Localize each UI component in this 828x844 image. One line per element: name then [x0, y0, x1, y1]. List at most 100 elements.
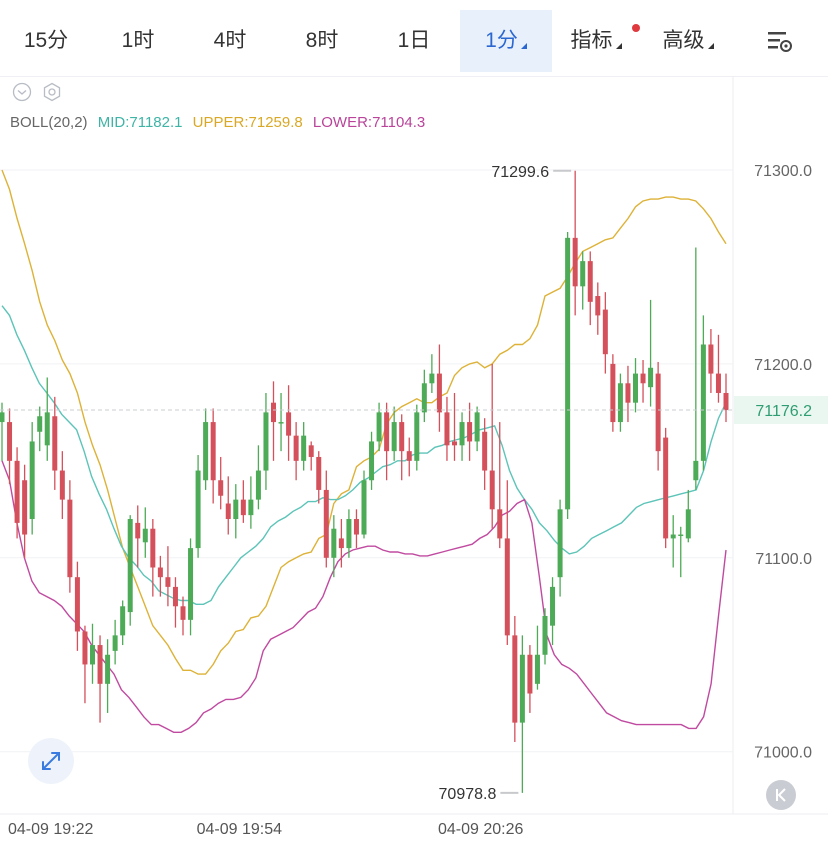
candlestick-chart[interactable]: 71300.0 71200.0 71100.0 71000.0 04-09 19:22 0… [0, 76, 828, 844]
candle-body [263, 412, 269, 471]
candle-body [527, 654, 533, 694]
candle-body [188, 548, 194, 620]
tab-label: 15分 [23, 29, 69, 52]
candle-body [512, 635, 518, 723]
candle-body [452, 441, 457, 446]
chart-settings-icon[interactable] [760, 26, 796, 56]
candle-body [565, 237, 571, 510]
candle-body [406, 451, 412, 461]
candle-body [338, 538, 344, 549]
chart-overlay: 71176.2 71299.6 70978.8 [0, 164, 828, 803]
expand-arrows-icon [42, 752, 60, 770]
candle-body [557, 509, 563, 578]
candle-body [595, 296, 601, 316]
candle-body [157, 567, 163, 578]
candle-body [602, 309, 608, 355]
candle-body [112, 635, 118, 651]
candle-body [172, 586, 178, 607]
candle-body [233, 499, 239, 520]
candle-body [203, 422, 209, 481]
high-marker-label: 71299.6 [491, 164, 549, 181]
candle-body [700, 344, 706, 461]
y-tick-label: 71000.0 [754, 745, 812, 762]
x-tick-label: 04-09 20:26 [438, 821, 524, 838]
candle-body [105, 654, 111, 684]
candle-body [610, 363, 616, 423]
candle-body [414, 412, 420, 461]
candle-body [655, 373, 661, 452]
tab-label: 高级 [662, 29, 705, 52]
candle-body [0, 412, 5, 423]
candle-body [255, 470, 261, 500]
candle-body [534, 654, 540, 684]
candle-body [391, 422, 397, 452]
candle-body [353, 519, 359, 535]
scroll-to-latest-button[interactable] [766, 780, 796, 810]
candle-body [542, 615, 548, 655]
candle-body [225, 503, 231, 520]
tab-4hour[interactable]: 4时 [184, 10, 276, 72]
candle-body [29, 441, 35, 520]
candle-body [44, 412, 50, 446]
candle-body [685, 509, 691, 539]
candle-body [142, 528, 148, 543]
x-tick-label: 04-09 19:54 [197, 821, 283, 838]
candle-body [648, 367, 654, 388]
candle-body [580, 261, 586, 287]
candle-body [210, 422, 216, 481]
candle-body [286, 412, 292, 436]
candle-body [293, 435, 299, 461]
candle-body [715, 373, 721, 393]
boll-mid-line [1, 305, 727, 605]
candle-body [497, 509, 503, 539]
tab-1hour[interactable]: 1时 [92, 10, 184, 72]
x-tick-label: 04-09 19:22 [8, 821, 94, 838]
fullscreen-expand-button[interactable] [28, 738, 74, 784]
candle-body [90, 645, 95, 665]
candle-body [640, 373, 646, 384]
candle-body [467, 422, 473, 442]
candle-body [723, 392, 729, 411]
tab-1day[interactable]: 1日 [368, 10, 460, 72]
candle-body [331, 528, 337, 558]
tab-advanced[interactable]: 高级 [648, 10, 728, 72]
candle-body [218, 480, 224, 496]
boll-upper-line [1, 169, 727, 675]
tab-15min[interactable]: 15分 [0, 10, 92, 72]
tab-label: 4时 [213, 29, 247, 52]
candle-body [421, 383, 427, 413]
tab-8hour[interactable]: 8时 [276, 10, 368, 72]
tab-label: 1时 [121, 29, 155, 52]
candle-body [504, 538, 510, 636]
candle-body [617, 383, 623, 423]
candle-body [22, 480, 28, 535]
candle-body [59, 470, 65, 500]
candle-body [663, 437, 669, 539]
candle-body [399, 422, 405, 452]
candle-body [308, 445, 314, 457]
candle-body [97, 645, 103, 684]
candle-body [572, 237, 578, 287]
candle-body [135, 522, 141, 539]
current-price-label: 71176.2 [755, 403, 812, 420]
tab-1min[interactable]: 1分 [460, 10, 552, 72]
candle-body [436, 373, 442, 413]
candle-body [369, 441, 375, 481]
candle-body [376, 412, 382, 442]
dropdown-triangle-icon [615, 43, 622, 49]
candle-body [482, 431, 488, 471]
candle-body [52, 416, 58, 471]
candle-body [127, 519, 133, 613]
low-marker-label: 70978.8 [439, 786, 497, 803]
candle-body [240, 499, 246, 516]
candle-body [278, 422, 284, 424]
candle-body [82, 631, 88, 665]
candle-body [271, 402, 276, 423]
candle-body [316, 456, 322, 490]
timeframe-tab-bar: 15分 1时 4时 8时 1日 1分 指标 高级 [0, 0, 828, 77]
candle-body [693, 460, 699, 481]
tab-indicators[interactable]: 指标 [556, 10, 640, 72]
candle-body [180, 606, 186, 620]
notification-dot-icon [632, 24, 640, 32]
candle-body [444, 412, 450, 446]
